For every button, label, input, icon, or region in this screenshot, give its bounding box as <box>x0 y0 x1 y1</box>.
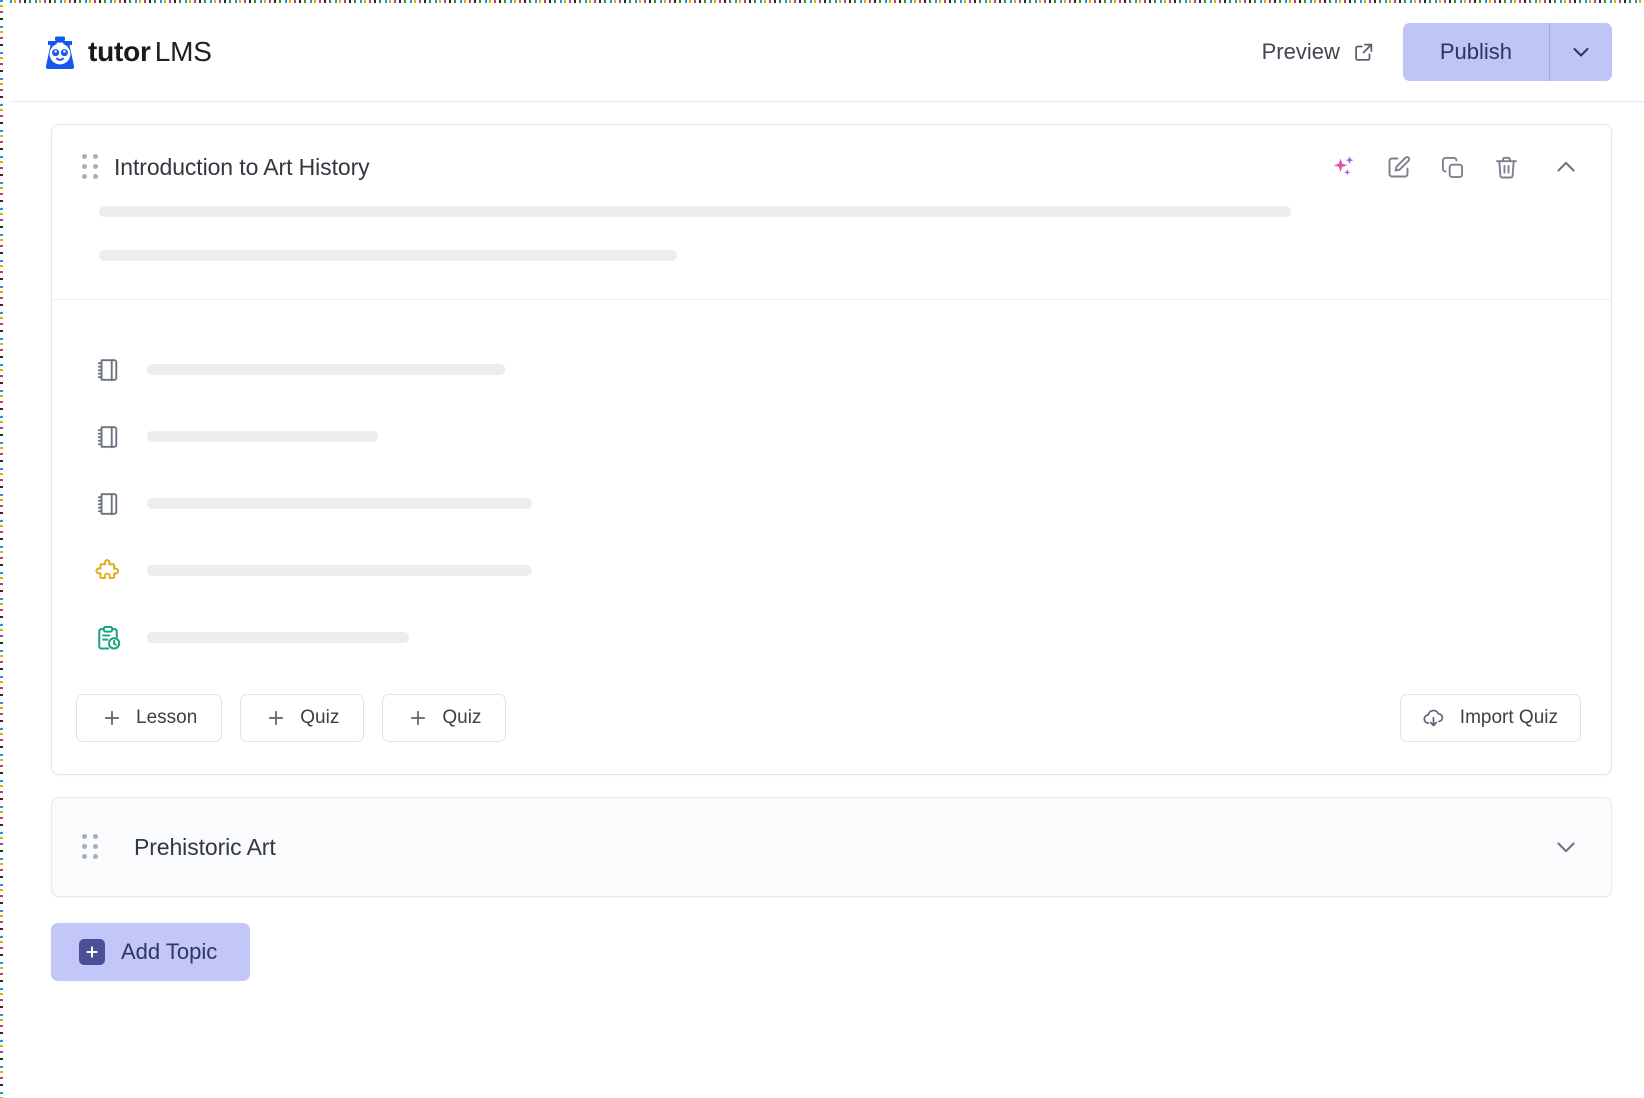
ai-generate-button[interactable] <box>1329 152 1359 182</box>
topic-content-list <box>52 300 1611 671</box>
external-link-icon <box>1353 41 1375 63</box>
add-quiz-label: Quiz <box>300 707 339 729</box>
drag-dots-icon[interactable] <box>82 156 100 178</box>
topic-title: Prehistoric Art <box>134 834 276 861</box>
publish-dropdown-button[interactable] <box>1550 23 1612 81</box>
collapse-topic-button[interactable] <box>1551 152 1581 182</box>
publish-button[interactable]: Publish <box>1403 23 1549 81</box>
plus-icon <box>407 707 429 729</box>
item-skeleton <box>147 565 532 576</box>
delete-topic-button[interactable] <box>1491 152 1521 182</box>
topic-header: Prehistoric Art <box>52 798 1611 896</box>
course-curriculum-content: Introduction to Art History <box>10 102 1644 1098</box>
item-skeleton <box>147 498 532 509</box>
trash-icon <box>1493 154 1520 181</box>
copy-duplicate-icon <box>1439 154 1466 181</box>
plus-icon <box>101 707 123 729</box>
left-edge-artifact <box>0 0 3 1098</box>
add-lesson-label: Lesson <box>136 707 197 729</box>
add-interactive-quiz-button[interactable]: Quiz <box>382 694 506 742</box>
item-skeleton <box>147 632 409 643</box>
add-interactive-quiz-label: Quiz <box>442 707 481 729</box>
preview-button-label: Preview <box>1262 39 1340 65</box>
list-item[interactable] <box>82 537 1581 604</box>
chevron-down-icon <box>1552 833 1580 861</box>
duplicate-topic-button[interactable] <box>1437 152 1467 182</box>
add-topic-button[interactable]: Add Topic <box>51 923 250 981</box>
plus-square-icon <box>79 939 105 965</box>
topic-header: Introduction to Art History <box>52 125 1611 206</box>
course-builder-page: tutorLMS Preview Publish <box>0 0 1644 1098</box>
drag-dots-icon[interactable] <box>82 836 100 858</box>
app-header: tutorLMS Preview Publish <box>10 3 1644 102</box>
quiz-puzzle-icon <box>92 555 124 587</box>
skeleton-line <box>99 250 677 261</box>
add-lesson-button[interactable]: Lesson <box>76 694 222 742</box>
add-topic-row: Add Topic <box>51 897 1612 981</box>
list-item[interactable] <box>82 336 1581 403</box>
brand-name-secondary: LMS <box>155 36 212 67</box>
topic-add-actions: Lesson Quiz Quiz <box>52 671 1611 774</box>
topic-card-expanded: Introduction to Art History <box>51 124 1612 775</box>
brand-name-primary: tutor <box>88 36 151 67</box>
list-item[interactable] <box>82 604 1581 671</box>
header-actions: Preview Publish <box>1258 23 1612 81</box>
topic-action-bar <box>1545 832 1581 862</box>
skeleton-line <box>99 206 1291 217</box>
add-topic-label: Add Topic <box>121 939 217 965</box>
edit-pencil-icon <box>1385 154 1412 181</box>
import-quiz-label: Import Quiz <box>1460 707 1558 729</box>
publish-button-group: Publish <box>1403 23 1612 81</box>
edit-topic-button[interactable] <box>1383 152 1413 182</box>
topic-title: Introduction to Art History <box>114 154 370 181</box>
cloud-download-icon <box>1421 706 1446 731</box>
topic-description-skeleton <box>52 206 1611 300</box>
item-skeleton <box>147 364 505 375</box>
topic-action-bar <box>1329 152 1581 182</box>
item-skeleton <box>147 431 378 442</box>
expand-topic-button[interactable] <box>1551 832 1581 862</box>
lesson-book-icon <box>92 421 124 453</box>
list-item[interactable] <box>82 403 1581 470</box>
list-item[interactable] <box>82 470 1581 537</box>
brand-wordmark: tutorLMS <box>88 36 212 68</box>
lesson-book-icon <box>92 354 124 386</box>
assignment-clipboard-clock-icon <box>92 622 124 654</box>
topic-card-collapsed[interactable]: Prehistoric Art <box>51 797 1612 897</box>
chevron-up-icon <box>1552 153 1580 181</box>
ai-sparkles-icon <box>1330 153 1358 181</box>
import-quiz-button[interactable]: Import Quiz <box>1400 694 1581 742</box>
lesson-book-icon <box>92 488 124 520</box>
brand-logo[interactable]: tutorLMS <box>43 34 212 70</box>
chevron-down-icon <box>1569 40 1593 64</box>
add-quiz-button[interactable]: Quiz <box>240 694 364 742</box>
plus-icon <box>265 707 287 729</box>
tutor-lms-owl-logo-icon <box>43 34 77 70</box>
preview-button[interactable]: Preview <box>1258 33 1379 71</box>
